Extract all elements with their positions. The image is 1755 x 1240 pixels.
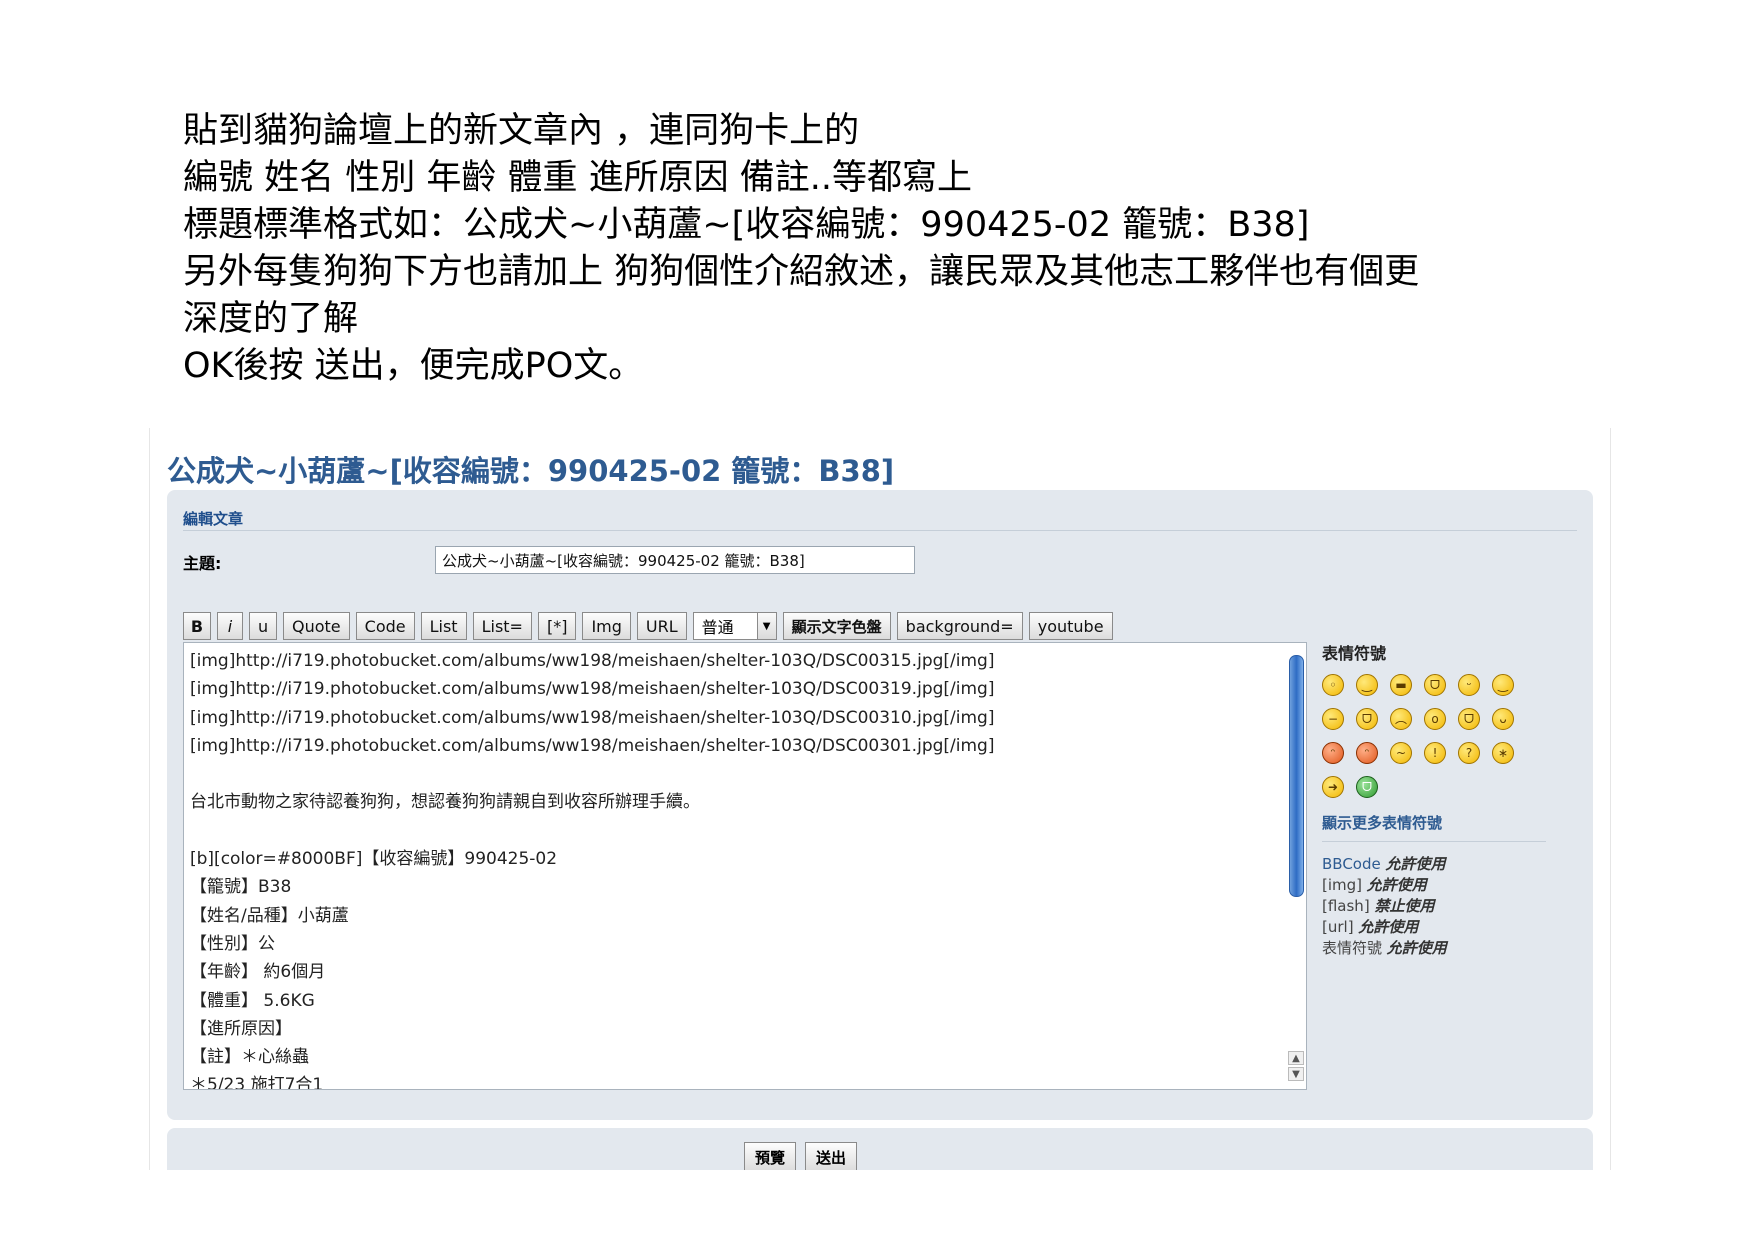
instruction-line: 編號 姓名 性別 年齡 體重 進所原因 備註..等都寫上 xyxy=(183,158,973,198)
body-line: 【姓名/品種】小葫蘆 xyxy=(190,905,349,926)
permission-key: [url] xyxy=(1322,918,1354,936)
post-body-text: [img]http://i719.photobucket.com/albums/… xyxy=(190,647,1280,1090)
underline-button[interactable]: u xyxy=(249,612,277,640)
permission-bbcode: BBCode 允許使用 xyxy=(1322,854,1582,875)
smiley-shocked-icon[interactable]: ◦ xyxy=(1322,674,1344,696)
italic-button[interactable]: i xyxy=(217,612,243,640)
subject-label: 主題: xyxy=(183,554,222,573)
body-line: 【籠號】B38 xyxy=(190,877,292,898)
smiley-sad-icon[interactable]: ︵ xyxy=(1390,708,1412,730)
forum-editor-screenshot: 公成犬~小葫蘆~[收容編號：990425-02 籠號：B38] 編輯文章 主題:… xyxy=(150,428,1610,1170)
permission-value: 禁止使用 xyxy=(1374,897,1435,915)
instruction-line: 另外每隻狗狗下方也請加上 狗狗個性介紹敘述，讓民眾及其他志工夥伴也有個更 xyxy=(183,252,1420,292)
body-line: [img]http://i719.photobucket.com/albums/… xyxy=(190,735,995,756)
permission-smilies: 表情符號 允許使用 xyxy=(1322,938,1582,959)
submit-bar: 預覽 送出 xyxy=(167,1128,1593,1170)
url-button[interactable]: URL xyxy=(636,612,687,640)
edit-post-panel: 編輯文章 主題: B i u Quote Code List List= [*]… xyxy=(167,490,1593,1120)
permission-key: [img] xyxy=(1322,876,1363,894)
img-button[interactable]: Img xyxy=(582,612,631,640)
body-line: [img]http://i719.photobucket.com/albums/… xyxy=(190,679,995,700)
divider xyxy=(183,530,1577,531)
permission-value: 允許使用 xyxy=(1358,918,1419,936)
smiley-exclaim-icon[interactable]: ! xyxy=(1424,742,1446,764)
section-title: 編輯文章 xyxy=(183,510,244,528)
instruction-line: OK後按 送出，便完成PO文。 xyxy=(183,346,644,386)
more-smilies-link[interactable]: 顯示更多表情符號 xyxy=(1322,812,1582,833)
permission-value: 允許使用 xyxy=(1366,876,1427,894)
post-body-textarea[interactable]: [img]http://i719.photobucket.com/albums/… xyxy=(183,642,1307,1090)
list-button[interactable]: List xyxy=(420,612,467,640)
instruction-line: 標題標準格式如：公成犬~小葫蘆~[收容編號：990425-02 籠號：B38] xyxy=(183,205,1310,245)
permission-flash: [flash] 禁止使用 xyxy=(1322,896,1582,917)
instruction-line: 深度的了解 xyxy=(183,299,359,339)
body-line: [img]http://i719.photobucket.com/albums/… xyxy=(190,707,995,728)
quote-button[interactable]: Quote xyxy=(283,612,350,640)
body-line: ＊5/23 施打7合1 xyxy=(190,1075,324,1090)
instruction-text: 貼到貓狗論壇上的新文章內 ，連同狗卡上的 編號 姓名 性別 年齡 體重 進所原因… xyxy=(183,108,1583,390)
smiley-smile-icon[interactable]: ‿ xyxy=(1356,674,1378,696)
bold-button[interactable]: B xyxy=(183,612,211,640)
body-line: 【進所原因】 xyxy=(190,1018,292,1039)
font-size-value: 普通 xyxy=(701,618,734,637)
permission-value: 允許使用 xyxy=(1385,855,1446,873)
youtube-button[interactable]: youtube xyxy=(1028,612,1113,640)
permission-key: [flash] xyxy=(1322,897,1370,915)
smilies-title: 表情符號 xyxy=(1322,644,1387,663)
scrollbar-thumb[interactable] xyxy=(1289,655,1304,897)
body-line xyxy=(190,817,1280,845)
smiley-idea-icon[interactable]: ∗ xyxy=(1492,742,1514,764)
list-item-button[interactable]: [*] xyxy=(537,612,577,640)
smiley-mrgreen-icon[interactable]: ᗜ xyxy=(1356,776,1378,798)
smiley-twisted-icon[interactable]: ᵔ xyxy=(1356,742,1378,764)
body-line: 台北市動物之家待認養狗狗，想認養狗狗請親自到收容所辦理手續。 xyxy=(190,792,700,813)
body-line: 【註】＊心絲蟲 xyxy=(190,1047,309,1068)
permission-img: [img] 允許使用 xyxy=(1322,875,1582,896)
scroll-up-arrow-icon[interactable]: ▲ xyxy=(1288,1051,1304,1065)
permission-url: [url] 允許使用 xyxy=(1322,917,1582,938)
smiley-tongue-icon[interactable]: ᵕ xyxy=(1458,674,1480,696)
smilies-sidebar: 表情符號 ◦ ‿ ▬ ᗜ ᵕ ‿ − ᗜ ︵ o ᗜ ᴗ ᵔ ᵔ ~ ! ? ∗ xyxy=(1322,640,1582,959)
permission-key: BBCode xyxy=(1322,855,1381,873)
page-title: 公成犬~小葫蘆~[收容編號：990425-02 籠號：B38] xyxy=(167,454,895,488)
background-button[interactable]: background= xyxy=(896,612,1023,640)
smilies-grid: ◦ ‿ ▬ ᗜ ᵕ ‿ − ᗜ ︵ o ᗜ ᴗ ᵔ ᵔ ~ ! ? ∗ ➜ ᗜ xyxy=(1322,674,1582,798)
permission-key: 表情符號 xyxy=(1322,939,1383,957)
divider xyxy=(1322,841,1546,842)
list-numbered-button[interactable]: List= xyxy=(472,612,532,640)
smiley-neutral-icon[interactable]: − xyxy=(1322,708,1344,730)
body-line: 【年齡】 約6個月 xyxy=(190,962,326,983)
body-line: [img]http://i719.photobucket.com/albums/… xyxy=(190,651,995,671)
smiley-cool-icon[interactable]: ▬ xyxy=(1390,674,1412,696)
color-palette-button[interactable]: 顯示文字色盤 xyxy=(782,612,891,640)
bbcode-toolbar: B i u Quote Code List List= [*] Img URL … xyxy=(183,612,1113,640)
body-line: 【性別】公 xyxy=(190,933,275,954)
smiley-evil-icon[interactable]: ᵔ xyxy=(1322,742,1344,764)
smiley-arrow-icon[interactable]: ➜ xyxy=(1322,776,1344,798)
chevron-down-icon: ▼ xyxy=(756,613,776,639)
subject-input[interactable] xyxy=(435,546,915,574)
smiley-eek-icon[interactable]: o xyxy=(1424,708,1446,730)
permission-value: 允許使用 xyxy=(1386,939,1447,957)
body-line: [b][color=#8000BF]【收容編號】990425-02 xyxy=(190,849,558,870)
font-size-select[interactable]: 普通 ▼ xyxy=(692,612,777,640)
smiley-wink-icon[interactable]: ‿ xyxy=(1492,674,1514,696)
smiley-question-icon[interactable]: ? xyxy=(1458,742,1480,764)
code-button[interactable]: Code xyxy=(355,612,415,640)
smiley-grin-icon[interactable]: ᗜ xyxy=(1356,708,1378,730)
preview-button[interactable]: 預覽 xyxy=(744,1142,797,1170)
send-button[interactable]: 送出 xyxy=(805,1142,858,1170)
scrollbar[interactable]: ▲ ▼ xyxy=(1288,647,1304,1085)
smiley-laugh-icon[interactable]: ᗜ xyxy=(1424,674,1446,696)
body-line: 【體重】 5.6KG xyxy=(190,990,315,1011)
smiley-confused-icon[interactable]: ~ xyxy=(1390,742,1412,764)
smiley-rolleyes-icon[interactable]: ᴗ xyxy=(1492,708,1514,730)
body-line xyxy=(190,760,1280,788)
scroll-down-arrow-icon[interactable]: ▼ xyxy=(1288,1067,1304,1081)
instruction-line: 貼到貓狗論壇上的新文章內 ，連同狗卡上的 xyxy=(183,111,860,151)
smiley-bigsmile-icon[interactable]: ᗜ xyxy=(1458,708,1480,730)
